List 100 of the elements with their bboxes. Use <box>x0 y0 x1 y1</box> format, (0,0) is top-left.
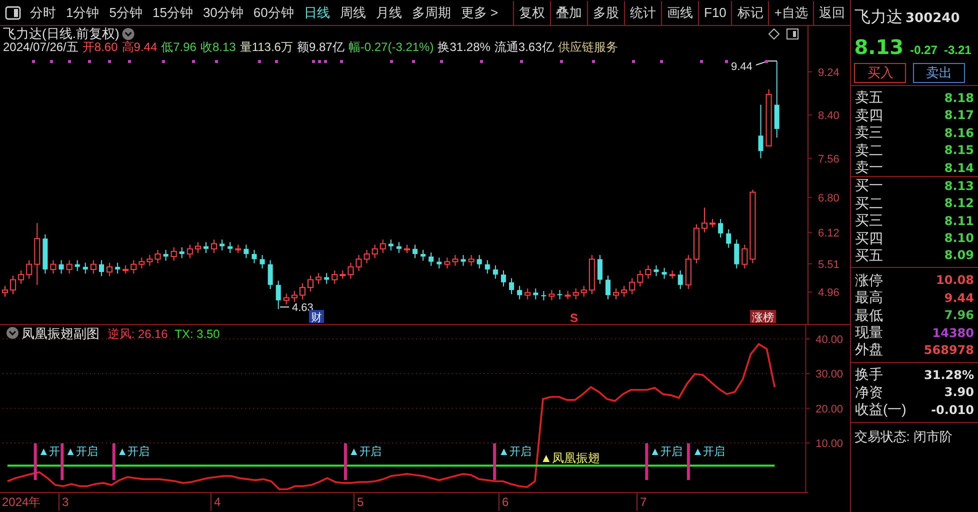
dropdown-icon[interactable] <box>122 28 134 40</box>
period-tab[interactable]: 多周期 <box>406 0 456 24</box>
diamond-icon[interactable] <box>768 28 780 40</box>
order-price: 8.15 <box>944 142 974 160</box>
toolbar-button[interactable]: 统计 <box>624 0 661 24</box>
panel-toggle-icon[interactable] <box>5 6 21 20</box>
order-level-label: 卖一 <box>855 158 883 178</box>
time-axis-label: 5 <box>357 495 364 509</box>
candlestick <box>597 254 602 284</box>
buy-button[interactable]: 买入 <box>854 62 906 82</box>
toolbar-button[interactable]: +自选 <box>768 0 813 24</box>
period-tab[interactable]: 30分钟 <box>198 0 248 24</box>
signal-bar <box>34 443 37 480</box>
period-tab[interactable]: 日线 <box>298 0 335 24</box>
quote-field: 换31.28% <box>438 40 490 54</box>
quote-field: 高9.44 <box>122 40 158 54</box>
order-price: 8.16 <box>944 124 974 142</box>
candlestick <box>163 249 168 262</box>
indicator-title: 凤凰振翅副图 <box>21 326 100 341</box>
order-price: 8.17 <box>944 107 974 124</box>
candlestick <box>332 270 338 284</box>
toolbar-button[interactable]: 复权 <box>513 0 550 24</box>
axis-tick-label: 8.40 <box>818 110 840 122</box>
toolbar-button[interactable]: 画线 <box>661 0 698 24</box>
candlestick <box>228 242 233 254</box>
stat-label: 收益(一) <box>855 400 906 420</box>
candlestick <box>606 275 610 300</box>
candlestick <box>146 254 153 266</box>
price-change: -0.27 <box>910 42 938 59</box>
candlestick <box>388 239 394 251</box>
signal-bar <box>344 443 347 480</box>
candlestick <box>637 270 644 287</box>
order-price: 8.09 <box>944 247 974 264</box>
candlestick <box>324 272 330 284</box>
candlestick <box>194 242 201 254</box>
candlestick <box>758 104 764 159</box>
time-axis-label: 7 <box>640 495 647 509</box>
candlestick <box>283 293 290 305</box>
indicator-legend: 逆风: 26.16 <box>107 326 168 341</box>
candlestick <box>500 270 506 287</box>
stat-value: 9.44 <box>944 290 974 307</box>
toolbar-button[interactable]: 多股 <box>587 0 624 24</box>
candlestick <box>742 244 748 269</box>
period-tab[interactable]: 周线 <box>334 0 371 24</box>
candlestick <box>420 249 426 262</box>
axis-tick-label: 10.00 <box>816 438 843 450</box>
candlestick <box>436 257 442 269</box>
stat-value: 31.28% <box>924 366 974 384</box>
period-tab[interactable]: 1分钟 <box>61 0 104 24</box>
candlestick <box>460 254 466 266</box>
toolbar-button[interactable]: F10 <box>698 0 732 24</box>
period-tab[interactable]: 月线 <box>370 0 407 24</box>
stat-label: 最低 <box>855 306 883 325</box>
candlestick <box>629 278 636 295</box>
candlestick <box>2 285 8 298</box>
candlestick <box>734 239 740 269</box>
tag-label: 财 <box>309 310 324 324</box>
order-level-label: 买二 <box>855 194 883 213</box>
order-level-label: 买四 <box>855 228 883 248</box>
candlestick <box>211 239 218 254</box>
candlestick <box>82 262 88 274</box>
candlestick <box>268 260 273 290</box>
time-axis-label: 2024年 <box>2 495 41 509</box>
candlestick <box>548 290 555 301</box>
signal-marker-label: ▲开启 <box>65 446 98 458</box>
order-price: 8.10 <box>944 230 974 248</box>
order-price: 8.13 <box>944 178 974 195</box>
stat-value: -0.010 <box>931 402 974 419</box>
order-level-label: 卖三 <box>855 123 883 142</box>
candlestick <box>372 244 378 259</box>
axis-tick-label: 40.00 <box>816 334 843 346</box>
period-tab[interactable]: 60分钟 <box>248 0 299 24</box>
candlestick <box>726 228 732 248</box>
toolbar-button[interactable]: 标记 <box>731 0 768 24</box>
toolbar-button[interactable]: 叠加 <box>550 0 587 24</box>
quote-field: 开8.60 <box>82 40 118 54</box>
panel-toggle-icon[interactable] <box>786 28 798 40</box>
time-axis-label: 6 <box>502 495 509 509</box>
period-tab[interactable]: 更多 > <box>456 0 504 24</box>
dropdown-icon[interactable] <box>6 327 18 339</box>
candlestick <box>718 218 724 238</box>
candlestick <box>380 239 386 254</box>
stat-value: 568978 <box>924 342 974 359</box>
quote-field: 供应链服务 <box>558 40 618 54</box>
quote-field: 量113.6万 <box>240 40 293 54</box>
tag-label: 涨榜 <box>750 310 776 324</box>
sell-button[interactable]: 卖出 <box>912 62 965 82</box>
order-level-label: 卖五 <box>855 88 883 108</box>
period-tab[interactable]: 5分钟 <box>104 0 148 24</box>
period-tab[interactable]: 15分钟 <box>147 0 198 24</box>
candlestick <box>260 254 265 269</box>
order-level-label: 卖四 <box>855 106 883 125</box>
order-level-label: 卖二 <box>855 140 883 160</box>
signal-marker-label: ▲开 <box>38 446 60 458</box>
toolbar-button[interactable]: 返回 <box>813 0 850 24</box>
order-price: 8.14 <box>944 160 974 177</box>
leader-line <box>756 60 778 66</box>
order-level-label: 买三 <box>855 211 883 230</box>
candlestick <box>138 257 145 269</box>
period-tab[interactable]: 分时 <box>25 0 61 24</box>
